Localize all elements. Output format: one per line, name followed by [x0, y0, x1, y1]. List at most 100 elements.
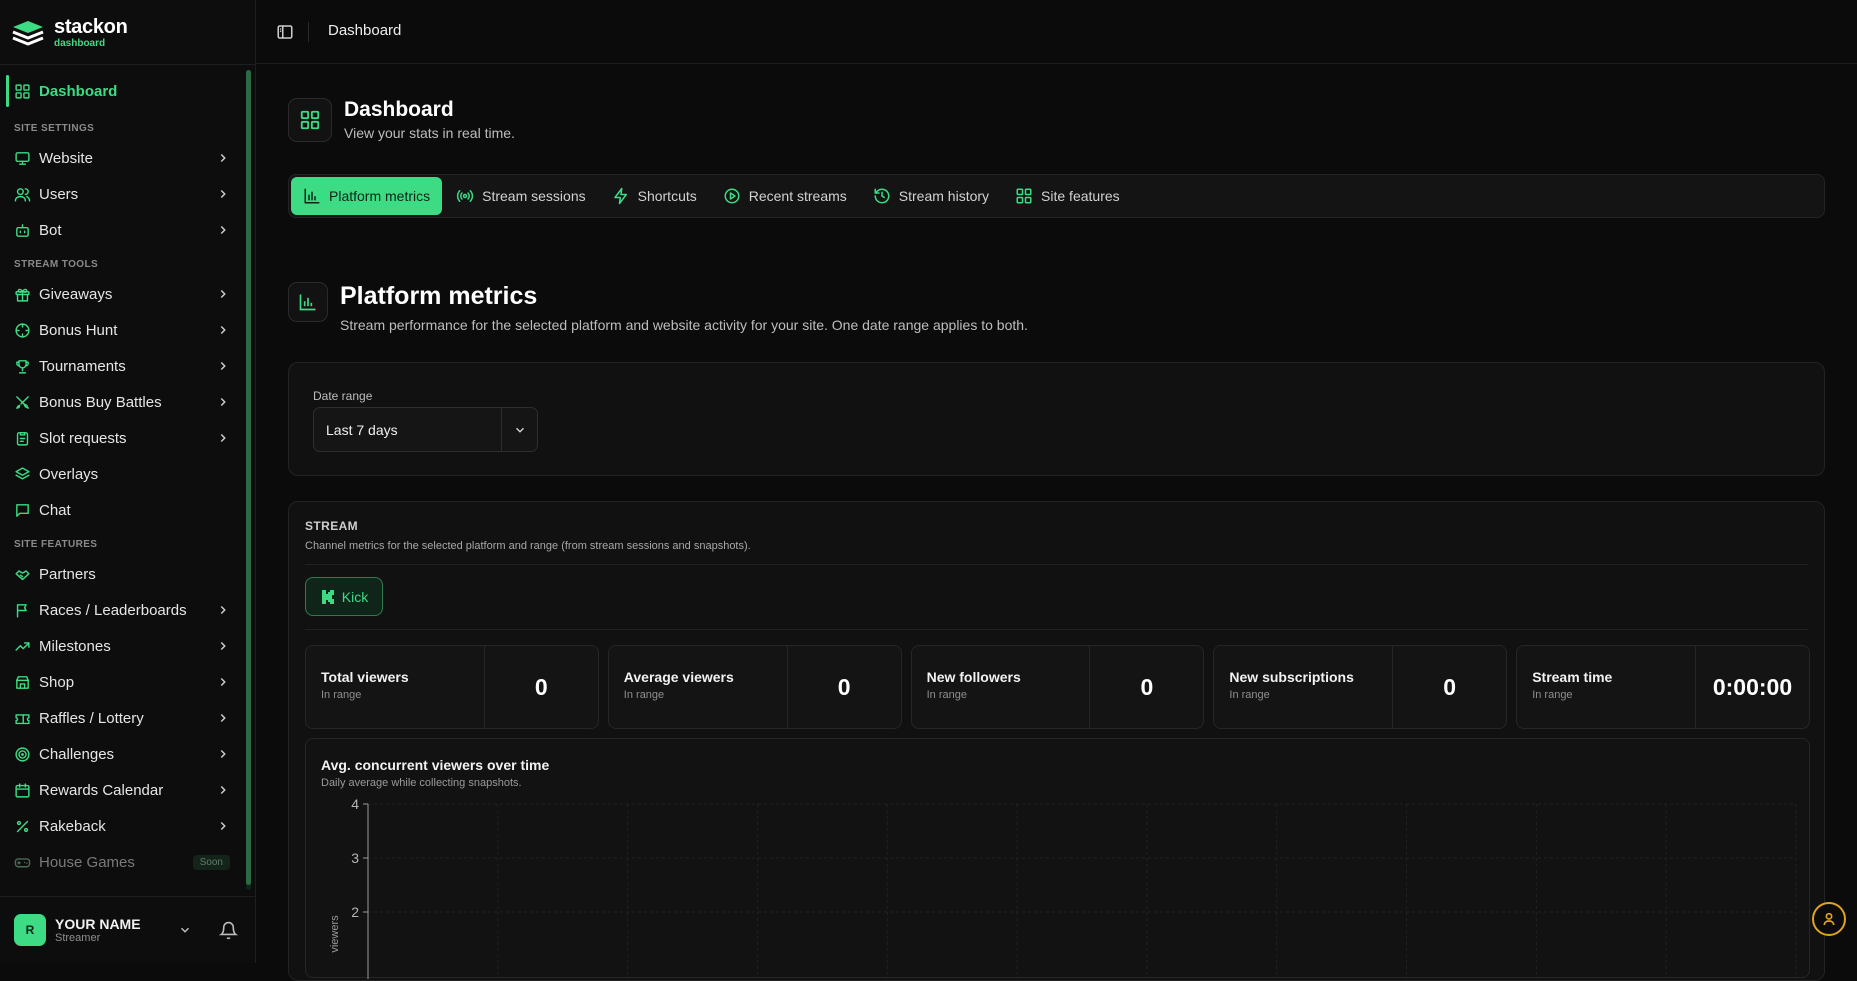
sidebar-item-label: Bonus Hunt: [39, 321, 118, 339]
chevron-right-icon: [220, 749, 226, 759]
stat-card-total-viewers: Total viewers In range 0: [305, 645, 599, 729]
sidebar-item-chat[interactable]: Chat: [0, 492, 246, 528]
bell-icon[interactable]: [219, 921, 238, 940]
sidebar-item-rewards-calendar[interactable]: Rewards Calendar: [0, 772, 246, 808]
sidebar-item-label: Rewards Calendar: [39, 781, 164, 799]
sidebar-item-slot-requests[interactable]: Slot requests: [0, 420, 246, 456]
stat-value: 0:00:00: [1694, 646, 1809, 728]
stat-range: In range: [1532, 689, 1573, 701]
app-root: stackon dashboard Dashboard SITE SETTING…: [0, 0, 1857, 981]
chart-y-axis-label: viewers: [329, 915, 341, 953]
tab-platform-metrics[interactable]: Platform metrics: [291, 177, 443, 215]
sidebar-item-label: Bot: [39, 221, 62, 239]
date-range-select[interactable]: Last 7 days: [313, 407, 538, 452]
tab-stream-history[interactable]: Stream history: [861, 177, 1001, 215]
viewers-chart: 4 3 2 viewers: [329, 796, 1797, 979]
percent-icon: [16, 820, 29, 832]
trophy-icon: [16, 359, 29, 374]
stat-range: In range: [321, 689, 362, 701]
topbar: Dashboard: [256, 0, 1857, 64]
sidebar-item-bonus-buy-battles[interactable]: Bonus Buy Battles: [0, 384, 246, 420]
tab-stream-sessions[interactable]: Stream sessions: [444, 177, 597, 215]
sidebar-item-giveaways[interactable]: Giveaways: [0, 276, 246, 312]
swords-icon: [16, 395, 29, 409]
stat-range: In range: [1229, 689, 1270, 701]
sidebar-nav: Dashboard SITE SETTINGS Website Users Bot ST…: [0, 70, 246, 900]
sidebar-divider: [0, 64, 256, 65]
monitor-icon: [15, 151, 30, 165]
sidebar-item-label: Slot requests: [39, 429, 127, 447]
bar-chart-icon: [299, 294, 316, 311]
stream-card: STREAM Channel metrics for the selected …: [288, 501, 1825, 981]
sidebar-item-label: Overlays: [39, 465, 99, 483]
target-icon: [15, 746, 30, 762]
stat-range: In range: [926, 689, 967, 701]
history-icon: [874, 188, 890, 204]
brand-logo[interactable]: stackon dashboard: [10, 14, 128, 52]
sidebar-item-shop[interactable]: Shop: [0, 664, 246, 700]
calendar-icon: [15, 782, 30, 798]
trending-up-icon: [15, 641, 30, 651]
sidebar-item-bot[interactable]: Bot: [0, 212, 246, 248]
stat-label-group: Stream time In range: [1517, 646, 1695, 728]
sidebar-item-rakeback[interactable]: Rakeback: [0, 808, 246, 844]
sidebar-item-raffles-lottery[interactable]: Raffles / Lottery: [0, 700, 246, 736]
sidebar-item-label: Dashboard: [39, 82, 118, 100]
grid-icon: [1016, 188, 1032, 204]
sidebar-scrollbar-thumb[interactable]: [246, 70, 251, 885]
kick-button-label: Kick: [341, 588, 369, 605]
sidebar-item-partners[interactable]: Partners: [0, 556, 246, 592]
tab-site-features[interactable]: Site features: [1003, 177, 1132, 215]
sidebar-item-bonus-hunt[interactable]: Bonus Hunt: [0, 312, 246, 348]
chevron-right-icon: [220, 433, 226, 443]
tab-shortcuts[interactable]: Shortcuts: [600, 177, 709, 215]
sidebar-item-label: Raffles / Lottery: [39, 709, 144, 727]
sidebar-item-dashboard[interactable]: Dashboard: [0, 70, 246, 112]
bot-icon: [16, 223, 29, 237]
stat-name: Average viewers: [623, 669, 734, 685]
section-icon: [288, 282, 328, 322]
sidebar-item-overlays[interactable]: Overlays: [0, 456, 246, 492]
clipboard-icon: [16, 431, 29, 446]
sidebar-item-label: Rakeback: [39, 817, 106, 835]
sidebar-item-challenges[interactable]: Challenges: [0, 736, 246, 772]
grid-icon: [15, 83, 30, 99]
stat-card-new-followers: New followers In range 0: [910, 645, 1205, 729]
stat-name: New subscriptions: [1229, 669, 1354, 685]
sidebar-item-users[interactable]: Users: [0, 176, 246, 212]
soon-badge: Soon: [192, 854, 230, 870]
bar-chart-icon: [304, 188, 320, 204]
chevron-right-icon: [220, 397, 226, 407]
chevron-right-icon: [220, 289, 226, 299]
user-menu[interactable]: R YOUR NAME Streamer: [0, 896, 256, 963]
support-button[interactable]: [1812, 902, 1846, 936]
chart-subtitle: Daily average while collecting snapshots…: [321, 777, 522, 789]
main-content: Dashboard View your stats in real time. …: [256, 65, 1857, 981]
stream-divider-2: [305, 629, 1808, 630]
chevron-right-icon: [220, 225, 226, 235]
chevron-right-icon: [220, 153, 226, 163]
user-role: Streamer: [55, 931, 101, 944]
chevron-right-icon: [220, 677, 226, 687]
date-range-dropdown-button[interactable]: [501, 408, 537, 451]
tab-recent-streams[interactable]: Recent streams: [711, 177, 859, 215]
sidebar-item-tournaments[interactable]: Tournaments: [0, 348, 246, 384]
sidebar-item-races-leaderboards[interactable]: Races / Leaderboards: [0, 592, 246, 628]
chevron-right-icon: [220, 641, 226, 651]
breadcrumb: Dashboard: [328, 22, 402, 39]
chevron-down-icon[interactable]: [178, 923, 192, 937]
sidebar-item-website[interactable]: Website: [0, 140, 246, 176]
sidebar-item-label: House Games: [39, 853, 135, 871]
chart-y-tick-label: 2: [351, 904, 359, 920]
sidebar-item-house-games[interactable]: House Games Soon: [0, 844, 246, 880]
kick-logo-icon: [321, 589, 334, 604]
stat-name: Stream time: [1532, 669, 1613, 685]
handshake-icon: [15, 569, 30, 580]
sidebar-toggle-icon[interactable]: [276, 23, 294, 41]
page-subtitle: View your stats in real time.: [344, 125, 515, 141]
kick-platform-button[interactable]: Kick: [305, 577, 383, 616]
sidebar-item-milestones[interactable]: Milestones: [0, 628, 246, 664]
sidebar-scrollbar[interactable]: [246, 70, 251, 890]
stat-card-stream-time: Stream time In range 0:00:00: [1516, 645, 1810, 729]
zap-icon: [613, 187, 627, 205]
